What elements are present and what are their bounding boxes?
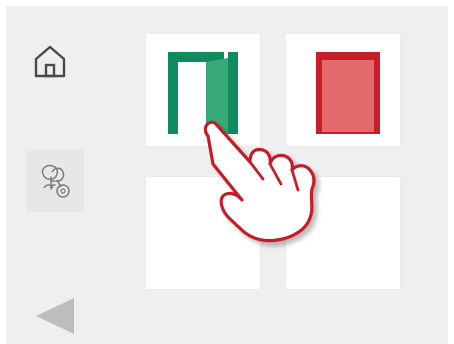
keys-icon [41,164,70,198]
door-closed-tile[interactable] [286,34,400,146]
keys-button[interactable] [26,150,84,212]
home-button[interactable] [28,40,72,84]
empty-tile[interactable] [286,177,400,289]
door-open-icon [168,52,238,134]
door-open-tile[interactable] [146,34,260,146]
empty-tile[interactable] [146,177,260,289]
home-icon [34,45,66,78]
back-arrow-icon [36,298,74,334]
back-button[interactable] [34,296,78,336]
app-window [0,0,454,344]
sidebar [6,6,90,344]
door-closed-icon [316,52,380,134]
